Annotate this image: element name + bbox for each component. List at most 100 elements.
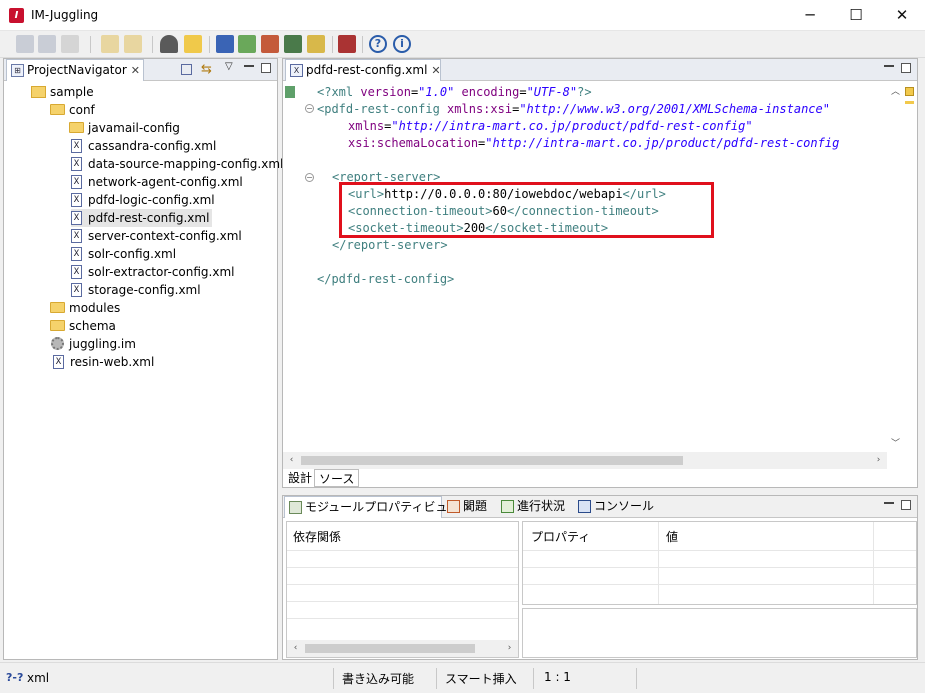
minimize-view-icon[interactable] xyxy=(884,502,894,504)
dependencies-header: 依存関係 xyxy=(293,530,342,544)
xml-file-icon: X xyxy=(71,156,82,171)
scroll-left-icon[interactable]: ‹ xyxy=(287,640,304,657)
project-navigator-panel: ⊞ ProjectNavigator ✕ ⇆ ▽ sample conf javam… xyxy=(3,58,283,660)
code-line-4: xsi:schemaLocation="http://intra-mart.co… xyxy=(348,136,840,150)
tree-item-resin-web[interactable]: Xresin-web.xml xyxy=(53,353,154,371)
close-button[interactable]: ✕ xyxy=(879,0,925,31)
code-line-12: </pdfd-rest-config> xyxy=(317,272,455,286)
insert-mode-status: スマート挿入 xyxy=(445,672,517,686)
tree-item-cassandra-config[interactable]: Xcassandra-config.xml xyxy=(71,137,216,155)
tree-item-network-agent-config[interactable]: Xnetwork-agent-config.xml xyxy=(71,173,243,191)
scroll-right-icon[interactable]: › xyxy=(870,452,887,469)
maximize-view-icon[interactable] xyxy=(261,63,271,73)
tree-label: resin-web.xml xyxy=(70,355,155,369)
tree-item-server-context-config[interactable]: Xserver-context-config.xml xyxy=(71,227,242,245)
tools-icon[interactable] xyxy=(338,35,356,53)
cursor-position: 1 : 1 xyxy=(544,670,571,684)
tab-problems[interactable]: 問題 xyxy=(447,496,487,518)
maximize-button[interactable]: ☐ xyxy=(833,0,879,31)
folder-open-icon xyxy=(50,104,65,115)
writable-status: 書き込み可能 xyxy=(342,672,415,686)
add-module-icon[interactable] xyxy=(238,35,256,53)
tab-progress[interactable]: 進行状況 xyxy=(501,496,565,518)
close-icon[interactable]: ✕ xyxy=(131,64,140,77)
scroll-down-icon[interactable]: ﹀ xyxy=(887,436,904,453)
build-icon[interactable] xyxy=(160,35,178,53)
scroll-left-icon[interactable]: ‹ xyxy=(283,452,300,469)
link-editor-icon[interactable]: ⇆ xyxy=(201,62,212,77)
tree-label: solr-config.xml xyxy=(88,247,177,261)
tree-item-sample[interactable]: sample xyxy=(31,83,94,101)
tab-console[interactable]: コンソール xyxy=(578,496,654,518)
view-menu-icon[interactable]: ▽ xyxy=(225,61,233,72)
xml-file-icon: X xyxy=(71,210,82,225)
tab-module-property-view[interactable]: モジュールプロパティビュー ✕ xyxy=(284,496,473,518)
scroll-up-icon[interactable]: ︿ xyxy=(887,84,904,101)
xml-file-icon: X xyxy=(71,282,82,297)
property-description-area[interactable] xyxy=(522,608,917,658)
tree-label: storage-config.xml xyxy=(88,283,201,297)
tree-item-javamail-config[interactable]: javamail-config xyxy=(69,119,180,137)
minimize-button[interactable]: ─ xyxy=(787,0,833,31)
problems-icon xyxy=(447,500,460,513)
export-icon[interactable] xyxy=(101,35,119,53)
editor-vertical-scrollbar[interactable]: ︿ ﹀ xyxy=(887,84,904,453)
tree-item-data-source-mapping-config[interactable]: Xdata-source-mapping-config.xml xyxy=(71,155,283,173)
tree-label: conf xyxy=(69,103,95,117)
tree-item-pdfd-rest-config[interactable]: Xpdfd-rest-config.xml xyxy=(71,209,213,227)
tree-item-solr-extractor-config[interactable]: Xsolr-extractor-config.xml xyxy=(71,263,235,281)
progress-icon xyxy=(501,500,514,513)
open-folder-icon[interactable] xyxy=(184,35,202,53)
tab-label: モジュールプロパティビュー xyxy=(305,500,460,514)
scroll-thumb[interactable] xyxy=(305,644,475,653)
tab-design[interactable]: 設計 xyxy=(284,469,316,487)
fold-icon[interactable]: − xyxy=(305,104,314,113)
import-icon[interactable] xyxy=(124,35,142,53)
overview-marker[interactable] xyxy=(905,101,914,104)
module-icon[interactable] xyxy=(261,35,279,53)
info-icon[interactable]: i xyxy=(393,35,411,53)
xml-file-icon: X xyxy=(71,246,82,261)
minimize-view-icon[interactable] xyxy=(244,65,254,67)
properties-table[interactable]: プロパティ 値 xyxy=(522,521,917,605)
maximize-view-icon[interactable] xyxy=(901,63,911,73)
close-icon[interactable]: ✕ xyxy=(431,64,440,77)
image-icon[interactable] xyxy=(284,35,302,53)
dependencies-scrollbar[interactable]: ‹ › xyxy=(287,640,518,657)
highlight-box xyxy=(339,182,714,238)
tree-icon[interactable] xyxy=(307,35,325,53)
xml-file-icon: X xyxy=(290,64,303,77)
monitor-icon[interactable] xyxy=(216,35,234,53)
folder-icon xyxy=(69,122,84,133)
tree-item-solr-config[interactable]: Xsolr-config.xml xyxy=(71,245,176,263)
tab-pdfd-rest-config[interactable]: Xpdfd-rest-config.xml ✕ xyxy=(285,59,441,81)
console-icon xyxy=(578,500,591,513)
save-all-icon[interactable] xyxy=(61,35,79,53)
tab-source[interactable]: ソース xyxy=(314,469,360,487)
fold-icon[interactable]: − xyxy=(305,173,314,182)
save-icon[interactable] xyxy=(16,35,34,53)
tree-item-schema[interactable]: schema xyxy=(50,317,116,335)
save-as-icon[interactable] xyxy=(38,35,56,53)
scroll-right-icon[interactable]: › xyxy=(501,640,518,657)
tree-label: sample xyxy=(50,85,94,99)
editor-horizontal-scrollbar[interactable]: ‹ › xyxy=(283,452,887,469)
file-type-icon: ?-? xyxy=(6,671,24,684)
dependencies-table[interactable]: 依存関係 ‹ › xyxy=(286,521,519,658)
overview-marker[interactable] xyxy=(905,87,914,96)
tab-project-navigator[interactable]: ⊞ ProjectNavigator ✕ xyxy=(6,59,144,81)
tab-label: 問題 xyxy=(463,499,488,513)
maximize-view-icon[interactable] xyxy=(901,500,911,510)
minimize-view-icon[interactable] xyxy=(884,65,894,67)
scroll-thumb[interactable] xyxy=(301,456,683,465)
tree-item-storage-config[interactable]: Xstorage-config.xml xyxy=(71,281,201,299)
tree-item-pdfd-logic-config[interactable]: Xpdfd-logic-config.xml xyxy=(71,191,215,209)
tree-item-conf[interactable]: conf xyxy=(50,101,95,119)
tree-item-modules[interactable]: modules xyxy=(50,299,120,317)
help-icon[interactable]: ? xyxy=(369,35,387,53)
window-title: IM-Juggling xyxy=(31,8,99,22)
collapse-all-icon[interactable] xyxy=(181,64,192,75)
xml-file-icon: X xyxy=(71,192,82,207)
navigator-tabbar: ⊞ ProjectNavigator ✕ ⇆ ▽ xyxy=(4,59,277,81)
tree-item-juggling-im[interactable]: juggling.im xyxy=(51,335,136,353)
